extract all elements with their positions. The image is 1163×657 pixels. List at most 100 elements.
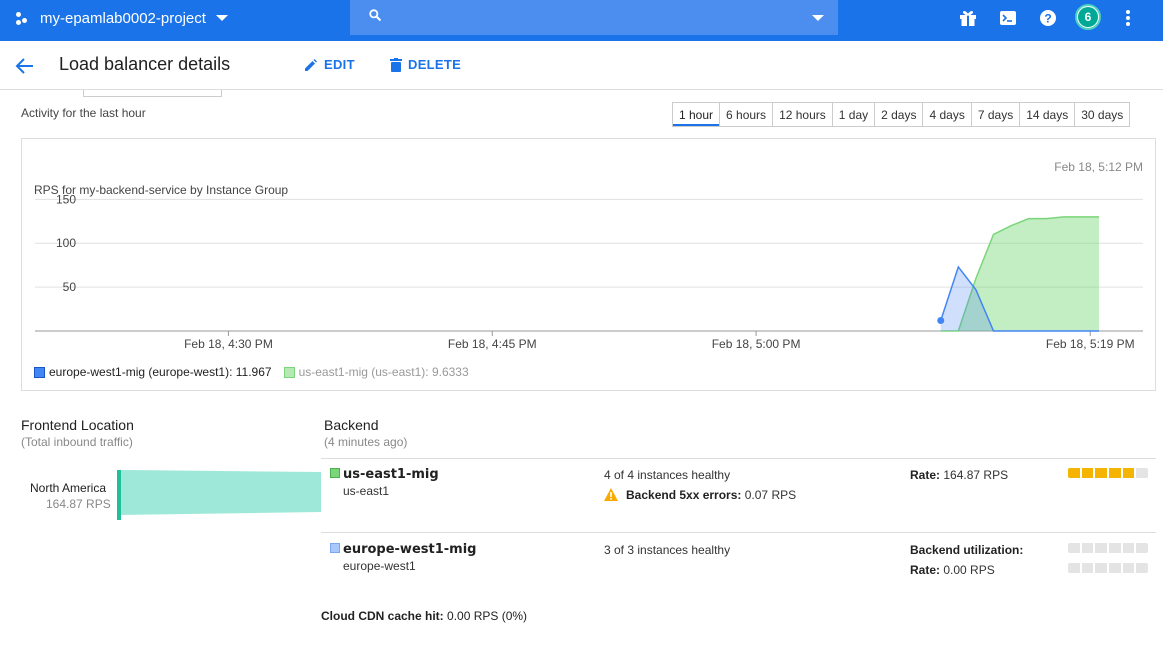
utilization-label: Backend utilization: (910, 543, 1024, 557)
frontend-title: Frontend Location (21, 417, 134, 433)
rate-value: 0.00 RPS (943, 563, 995, 577)
more-vert-icon[interactable] (1118, 8, 1138, 28)
search-dropdown-icon[interactable] (812, 15, 824, 21)
meter-segment (1068, 563, 1080, 573)
rps-chart: 150 100 50 Feb 18, 4:30 PM Feb 18, 4:45 PM Fe… (35, 192, 1143, 351)
utilization-meter (1068, 543, 1148, 553)
range-option[interactable]: 2 days (874, 103, 922, 126)
cdn-label: Cloud CDN cache hit: (321, 609, 444, 623)
rps-chart-card: Feb 18, 5:12 PM RPS for my-backend-servi… (21, 138, 1156, 391)
search-input[interactable] (390, 6, 810, 28)
delete-icon (390, 57, 402, 72)
meter-segment (1081, 563, 1094, 573)
legend-swatch (283, 366, 295, 378)
meter-segment (1136, 543, 1148, 553)
range-option[interactable]: 6 hours (719, 103, 772, 126)
meter-segment (1122, 468, 1135, 478)
meter-segment (1136, 468, 1148, 478)
x-tick-label: Feb 18, 4:30 PM (184, 337, 273, 351)
meter-segment (1136, 563, 1148, 573)
warning-icon (604, 488, 618, 501)
delete-label: DELETE (408, 57, 462, 72)
frontend-rps: 164.87 RPS (46, 497, 111, 511)
meter-segment (1095, 543, 1108, 553)
y-tick-label: 150 (56, 192, 76, 206)
meter-segment (1109, 468, 1121, 478)
meter-segment (1095, 563, 1108, 573)
edit-button[interactable]: EDIT (304, 57, 355, 72)
page-title: Load balancer details (59, 54, 231, 74)
cdn-value: 0.00 RPS (0%) (447, 609, 528, 623)
range-option[interactable]: 14 days (1019, 103, 1074, 126)
range-option[interactable]: 12 hours (772, 103, 832, 126)
svg-text:?: ? (1044, 12, 1051, 26)
backend-name[interactable]: europe-west1-mig (343, 542, 476, 557)
range-option[interactable]: 1 day (831, 103, 874, 126)
edit-icon (305, 58, 317, 71)
range-option[interactable]: 1 hour (673, 103, 720, 126)
backend-subtitle: (4 minutes ago) (324, 435, 408, 449)
y-tick-label: 50 (63, 280, 77, 294)
frontend-location: North America (30, 481, 107, 495)
meter-segment (1122, 563, 1135, 573)
divider (321, 458, 1156, 459)
backend-utilization: Backend utilization: (910, 543, 1023, 557)
meter-segment (1068, 543, 1080, 553)
range-option[interactable]: 4 days (922, 103, 970, 126)
error-value: 0.07 RPS (744, 488, 797, 502)
rate-meter (1068, 563, 1148, 573)
rate-value: 164.87 RPS (943, 468, 1009, 482)
y-tick-label: 100 (56, 236, 76, 250)
backend-region: us-east1 (343, 484, 390, 498)
search-icon (369, 9, 381, 21)
backend-health: 4 of 4 instances healthy (604, 468, 731, 482)
meter-segment (1122, 543, 1135, 553)
back-arrow-icon[interactable] (14, 55, 36, 77)
backend-region: europe-west1 (343, 559, 416, 573)
delete-button[interactable]: DELETE (390, 57, 461, 72)
traffic-flow-band (121, 470, 321, 515)
backend-health: 3 of 3 instances healthy (604, 543, 731, 557)
legend-item[interactable]: us-east1-mig (us-east1): 9.6333 (283, 365, 469, 379)
help-icon[interactable]: ? (1038, 8, 1058, 28)
frontend-subtitle: (Total inbound traffic) (21, 435, 133, 449)
meter-segment (1081, 543, 1094, 553)
legend-item[interactable]: europe-west1-mig (europe-west1): 11.967 (34, 365, 272, 379)
backend-error-rate: Backend 5xx errors: 0.07 RPS (626, 488, 796, 502)
backend-name[interactable]: us-east1-mig (343, 467, 439, 482)
cloud-shell-icon[interactable] (998, 8, 1018, 28)
page-header: Load balancer details EDIT DELETE (0, 41, 1163, 90)
edit-label: EDIT (324, 57, 355, 72)
x-tick-label: Feb 18, 4:45 PM (448, 337, 537, 351)
error-label: Backend 5xx errors: (626, 488, 742, 502)
gift-icon[interactable] (958, 8, 978, 28)
backend-rate: Rate: 0.00 RPS (910, 563, 995, 577)
avatar[interactable]: 6 (1075, 4, 1101, 30)
range-option[interactable]: 30 days (1074, 103, 1129, 126)
legend-label: us-east1-mig (us-east1): 9.6333 (298, 365, 469, 379)
cdn-cache-hit: Cloud CDN cache hit: 0.00 RPS (0%) (321, 609, 527, 623)
meter-segment (1081, 468, 1094, 478)
rate-label: Rate: (910, 563, 941, 577)
project-name: my-epamlab0002-project (40, 9, 206, 27)
backend-title: Backend (324, 417, 379, 433)
activity-label: Activity for the last hour (21, 106, 146, 120)
divider (321, 532, 1156, 533)
backend-rate: Rate: 164.87 RPS (910, 468, 1008, 482)
chevron-down-icon (215, 15, 228, 21)
backend-color-swatch (330, 543, 340, 553)
project-selector[interactable]: my-epamlab0002-project (16, 0, 228, 36)
meter-segment (1068, 468, 1080, 478)
rate-meter (1068, 468, 1148, 478)
collapsed-field-edge (83, 90, 222, 97)
meter-segment (1109, 543, 1121, 553)
avatar-initial: 6 (1078, 7, 1098, 27)
chart-legend: europe-west1-mig (europe-west1): 11.967 u… (34, 365, 481, 379)
meter-segment (1109, 563, 1121, 573)
search-bar[interactable] (350, 0, 838, 35)
data-point (937, 316, 945, 324)
meter-segment (1095, 468, 1108, 478)
range-option[interactable]: 7 days (970, 103, 1019, 126)
legend-label: europe-west1-mig (europe-west1): 11.967 (49, 365, 272, 379)
backend-color-swatch (330, 468, 340, 478)
